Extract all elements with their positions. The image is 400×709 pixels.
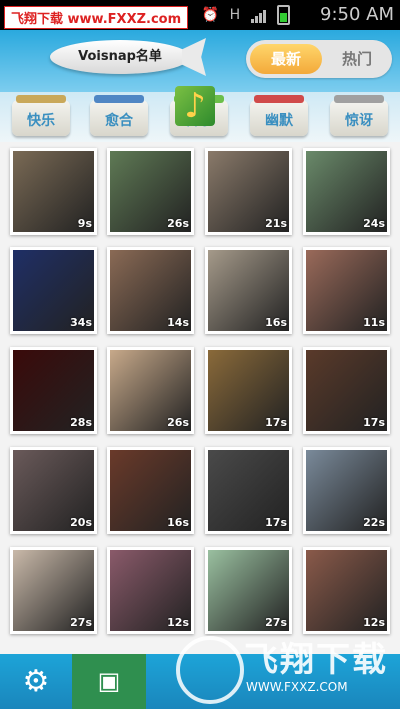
video-duration: 34s — [70, 316, 92, 329]
category-healing[interactable]: 愈合 — [90, 95, 148, 136]
watermark-logo-icon — [176, 636, 244, 704]
gallery-icon: ▣ — [97, 667, 121, 695]
video-duration: 24s — [363, 217, 385, 230]
watermark-bottom: 飞翔下载 WWW.FXXZ.COM — [176, 630, 396, 706]
video-thumbnail[interactable]: 28s — [10, 347, 97, 434]
video-duration: 26s — [167, 416, 189, 429]
video-duration: 21s — [265, 217, 287, 230]
video-duration: 9s — [77, 217, 92, 230]
video-thumbnail[interactable]: 12s — [303, 547, 390, 634]
watermark-title: 飞翔下载 — [244, 640, 388, 680]
network-type: H — [229, 7, 241, 23]
status-bar: 飞翔下载 www.FXXZ.com ⏰ H 9:50 AM — [0, 0, 400, 30]
video-thumbnail[interactable]: 22s — [303, 447, 390, 534]
video-thumbnail[interactable]: 17s — [303, 347, 390, 434]
video-duration: 28s — [70, 416, 92, 429]
video-thumbnail[interactable]: 21s — [205, 148, 292, 235]
video-duration: 11s — [363, 316, 385, 329]
category-label: 惊讶 — [345, 113, 373, 129]
blimp-title: Voisnap名单 — [50, 40, 190, 74]
video-duration: 26s — [167, 217, 189, 230]
video-duration: 17s — [265, 516, 287, 529]
video-thumbnail[interactable]: 17s — [205, 447, 292, 534]
video-duration: 12s — [363, 616, 385, 629]
video-duration: 12s — [167, 616, 189, 629]
video-thumbnail[interactable]: 27s — [10, 547, 97, 634]
video-thumbnail[interactable]: 34s — [10, 247, 97, 334]
video-thumbnail[interactable]: 12s — [107, 547, 194, 634]
video-duration: 27s — [70, 616, 92, 629]
category-cap — [334, 95, 384, 103]
video-thumbnail[interactable]: 24s — [303, 148, 390, 235]
video-thumbnail[interactable]: 16s — [107, 447, 194, 534]
battery-icon — [277, 5, 290, 25]
video-thumbnail[interactable]: 14s — [107, 247, 194, 334]
video-duration: 17s — [265, 416, 287, 429]
category-cap — [94, 95, 144, 103]
category-surprise[interactable]: 惊讶 — [330, 95, 388, 136]
music-note-icon: ♪ — [175, 86, 215, 126]
tab-latest[interactable]: 最新 — [250, 44, 322, 74]
tab-popular[interactable]: 热门 — [326, 44, 388, 74]
category-humor[interactable]: 幽默 — [250, 95, 308, 136]
video-duration: 17s — [363, 416, 385, 429]
video-thumbnail[interactable]: 27s — [205, 547, 292, 634]
gallery-button[interactable]: ▣ — [72, 654, 146, 709]
video-duration: 20s — [70, 516, 92, 529]
settings-button[interactable]: ⚙ — [0, 654, 72, 709]
video-duration: 16s — [265, 316, 287, 329]
category-label: 快乐 — [27, 113, 55, 129]
signal-icon — [250, 7, 267, 23]
video-thumbnail[interactable]: 16s — [205, 247, 292, 334]
video-thumbnail[interactable]: 26s — [107, 148, 194, 235]
category-cap — [254, 95, 304, 103]
watermark-top: 飞翔下载 www.FXXZ.com — [4, 6, 189, 29]
status-icons: ⏰ H — [196, 5, 290, 25]
gear-icon: ⚙ — [22, 664, 50, 699]
video-thumbnail[interactable]: 20s — [10, 447, 97, 534]
video-duration: 14s — [167, 316, 189, 329]
watermark-url: WWW.FXXZ.COM — [246, 680, 348, 694]
category-happy[interactable]: 快乐 — [12, 95, 70, 136]
category-label: 幽默 — [265, 113, 293, 129]
category-label: 愈合 — [105, 113, 133, 129]
category-cap — [16, 95, 66, 103]
video-thumbnail[interactable]: 17s — [205, 347, 292, 434]
video-thumbnail[interactable]: 11s — [303, 247, 390, 334]
status-time: 9:50 AM — [320, 4, 394, 25]
alarm-icon: ⏰ — [201, 7, 220, 23]
video-duration: 27s — [265, 616, 287, 629]
video-thumbnail[interactable]: 26s — [107, 347, 194, 434]
video-thumbnail[interactable]: 9s — [10, 148, 97, 235]
video-duration: 16s — [167, 516, 189, 529]
video-duration: 22s — [363, 516, 385, 529]
